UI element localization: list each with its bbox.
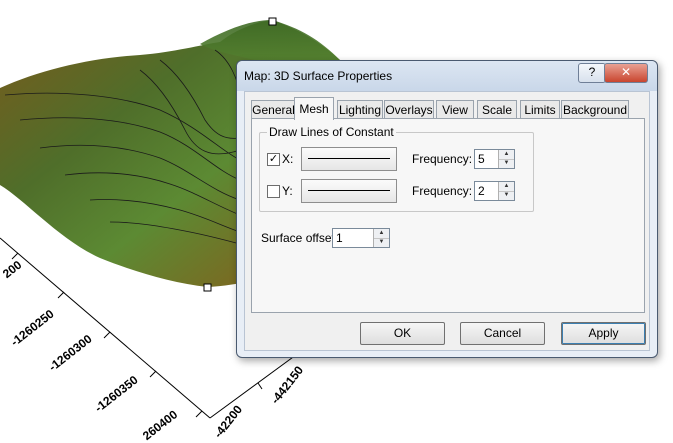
- selection-handle[interactable]: [203, 283, 212, 292]
- dialog-title: Map: 3D Surface Properties: [244, 69, 393, 83]
- y-frequency-value[interactable]: 2: [478, 184, 485, 198]
- group-title: Draw Lines of Constant: [267, 125, 396, 139]
- x-frequency-label: Frequency:: [412, 152, 473, 166]
- y-frequency-spinner[interactable]: 2 ▲ ▼: [474, 181, 515, 201]
- tab-lighting[interactable]: Lighting: [337, 100, 383, 119]
- tab-view[interactable]: View: [436, 100, 474, 119]
- selection-handle[interactable]: [268, 17, 277, 26]
- line-style-preview: [308, 158, 390, 159]
- tab-scale[interactable]: Scale: [477, 100, 517, 119]
- surface-offset-value[interactable]: 1: [336, 231, 343, 245]
- surface-offset-label: Surface offset:: [261, 231, 339, 245]
- spinner-arrows: ▲ ▼: [373, 229, 389, 247]
- apply-button[interactable]: Apply: [561, 322, 646, 345]
- dialog-body: General Mesh Lighting Overlays View Scal…: [244, 91, 650, 351]
- y-lines-checkbox[interactable]: [267, 185, 280, 198]
- help-button[interactable]: ?: [578, 63, 606, 83]
- x-lines-checkbox[interactable]: ✓: [267, 153, 280, 166]
- tab-mesh[interactable]: Mesh: [294, 97, 334, 120]
- y-frequency-label: Frequency:: [412, 184, 473, 198]
- x-line-style-button[interactable]: [301, 147, 397, 171]
- checkmark-icon: ✓: [268, 153, 279, 165]
- tab-general[interactable]: General: [251, 100, 296, 119]
- surface-offset-spinner[interactable]: 1 ▲ ▼: [332, 228, 390, 248]
- spinner-arrows: ▲ ▼: [498, 182, 514, 200]
- cancel-button[interactable]: Cancel: [460, 322, 545, 345]
- spin-down-icon[interactable]: ▼: [499, 191, 514, 200]
- y-label: Y:: [282, 184, 293, 198]
- help-icon: ?: [588, 65, 596, 79]
- tab-limits[interactable]: Limits: [520, 100, 560, 119]
- surface-properties-dialog[interactable]: Map: 3D Surface Properties ? ✕ General M…: [236, 60, 658, 358]
- tab-background[interactable]: Background: [561, 100, 629, 119]
- spin-down-icon[interactable]: ▼: [499, 159, 514, 168]
- x-frequency-value[interactable]: 5: [478, 152, 485, 166]
- x-label: X:: [282, 152, 294, 166]
- x-frequency-spinner[interactable]: 5 ▲ ▼: [474, 149, 515, 169]
- spinner-arrows: ▲ ▼: [498, 150, 514, 168]
- tab-overlays[interactable]: Overlays: [384, 100, 434, 119]
- close-icon: ✕: [620, 65, 632, 79]
- dialog-titlebar[interactable]: Map: 3D Surface Properties ? ✕: [237, 61, 657, 91]
- constant-lines-group: Draw Lines of Constant ✓ X: Frequency: 5…: [259, 125, 534, 212]
- line-style-preview: [308, 190, 390, 191]
- y-line-style-button[interactable]: [301, 179, 397, 203]
- close-button[interactable]: ✕: [604, 63, 648, 83]
- spin-down-icon[interactable]: ▼: [374, 238, 389, 247]
- mesh-tab-panel: Draw Lines of Constant ✓ X: Frequency: 5…: [251, 118, 645, 313]
- ok-button[interactable]: OK: [360, 322, 445, 345]
